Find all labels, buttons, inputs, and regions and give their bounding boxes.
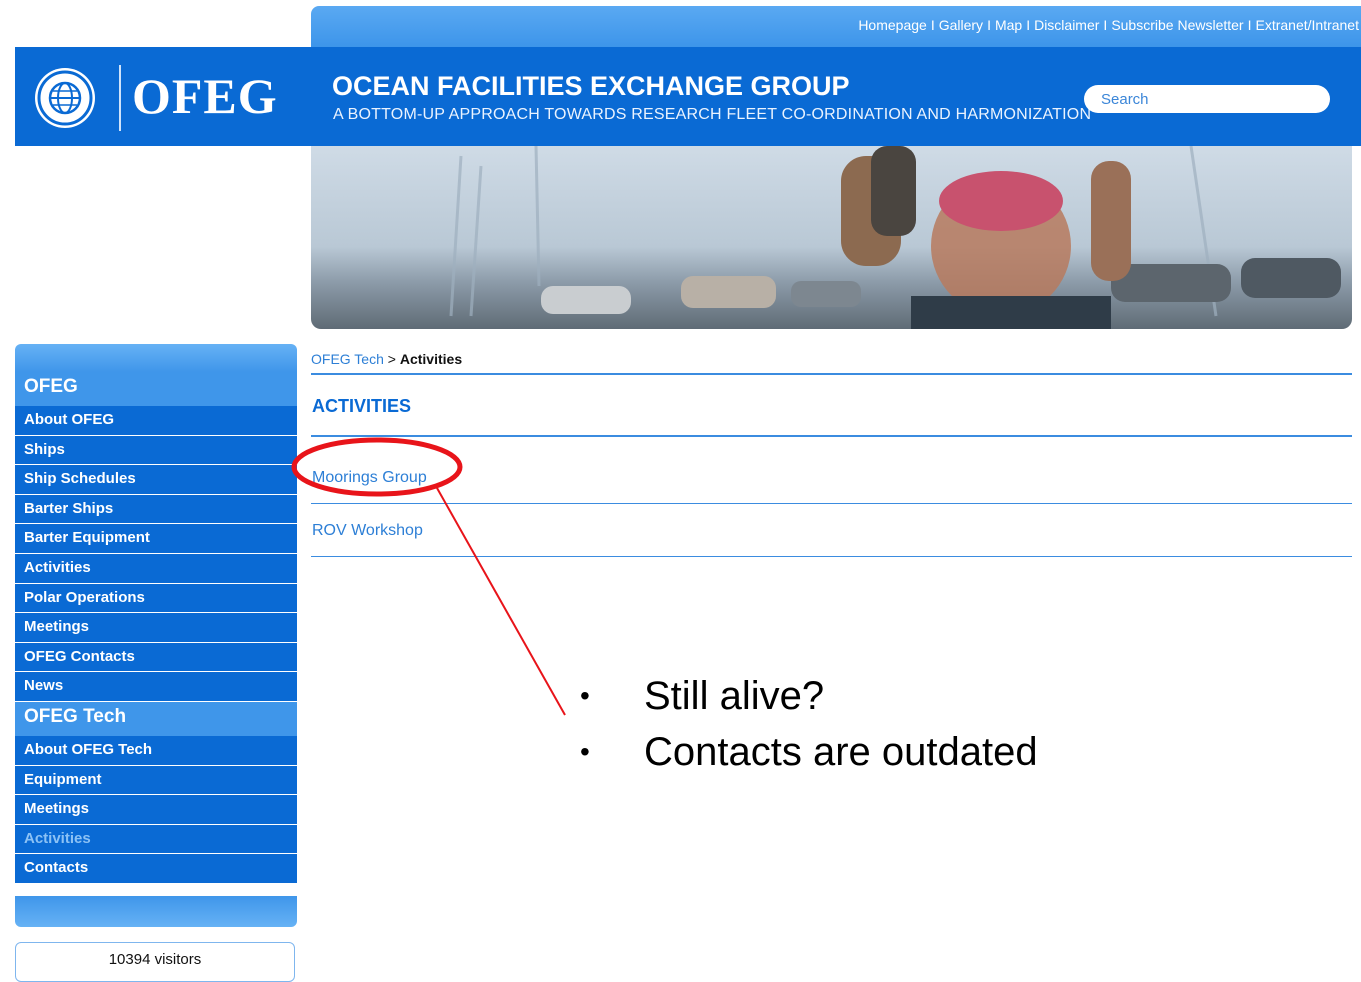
annotation-notes: • Still alive? • Contacts are outdated [580, 668, 1038, 780]
sidebar-item-tech-contacts[interactable]: Contacts [15, 854, 297, 884]
divider [311, 373, 1352, 375]
rov-workshop-link[interactable]: ROV Workshop [312, 522, 423, 540]
nav-separator: I [987, 17, 991, 33]
nav-separator: I [1026, 17, 1031, 33]
site-subtitle: A BOTTOM-UP APPROACH TOWARDS RESEARCH FL… [333, 106, 1092, 123]
nav-gallery-link[interactable]: Gallery [939, 17, 983, 33]
sidebar-item-tech-equipment[interactable]: Equipment [15, 765, 297, 796]
site-header: OFEG OCEAN FACILITIES EXCHANGE GROUP A B… [15, 47, 1361, 146]
top-nav-links: Homepage I Gallery I Map I Disclaimer I Subscrib… [858, 17, 1359, 33]
breadcrumb: OFEG Tech > Activities [311, 351, 462, 367]
globe-logo-icon[interactable] [35, 68, 95, 128]
page-title: ACTIVITIES [312, 396, 412, 416]
nav-homepage-link[interactable]: Homepage [858, 17, 927, 33]
sidebar-item-tech-meetings[interactable]: Meetings [15, 795, 297, 825]
sidebar-item-barter-ships[interactable]: Barter Ships [15, 494, 297, 525]
logo-divider [119, 65, 121, 131]
sidebar-section-ofeg: OFEG [15, 372, 297, 406]
visitor-counter: 10394 visitors [15, 942, 295, 982]
nav-separator: I [1103, 17, 1108, 33]
annotation-note-text: Contacts are outdated [644, 729, 1038, 774]
divider [311, 435, 1352, 437]
site-title: OCEAN FACILITIES EXCHANGE GROUP [332, 71, 850, 101]
sidebar-footer-bar [15, 896, 297, 927]
banner-image [311, 146, 1352, 329]
sidebar-header-bar [15, 344, 297, 372]
annotation-note-text: Still alive? [644, 673, 825, 718]
sidebar-item-ship-schedules[interactable]: Ship Schedules [15, 465, 297, 495]
breadcrumb-parent-link[interactable]: OFEG Tech [311, 351, 384, 367]
annotation-note: • Still alive? [580, 668, 1038, 724]
nav-map-link[interactable]: Map [995, 17, 1022, 33]
sidebar-item-news[interactable]: News [15, 672, 297, 702]
annotation-pointer-line [436, 487, 566, 716]
sidebar-item-activities[interactable]: Activities [15, 553, 297, 584]
divider [311, 503, 1352, 504]
annotation-note: • Contacts are outdated [580, 724, 1038, 780]
sidebar-item-about-ofeg-tech[interactable]: About OFEG Tech [15, 735, 297, 766]
sidebar-item-ships[interactable]: Ships [15, 435, 297, 466]
top-nav-bar: Homepage I Gallery I Map I Disclaimer I Subscrib… [311, 6, 1361, 47]
search-input[interactable] [1084, 85, 1330, 113]
bullet-icon: • [580, 736, 590, 767]
breadcrumb-current: Activities [399, 351, 463, 367]
sidebar-item-polar-operations[interactable]: Polar Operations [15, 583, 297, 614]
sidebar-item-about-ofeg[interactable]: About OFEG [15, 406, 297, 436]
logo-text[interactable]: OFEG [132, 67, 278, 125]
divider [311, 556, 1352, 557]
nav-separator: I [1247, 17, 1252, 33]
sidebar-item-meetings[interactable]: Meetings [15, 613, 297, 643]
breadcrumb-separator: > [387, 351, 396, 367]
sidebar-item-tech-activities[interactable]: Activities [15, 824, 297, 855]
nav-newsletter-link[interactable]: Subscribe Newsletter [1111, 17, 1243, 33]
nav-disclaimer-link[interactable]: Disclaimer [1034, 17, 1099, 33]
nav-extranet-link[interactable]: Extranet/Intranet [1255, 17, 1359, 33]
sidebar-section-ofeg-tech: OFEG Tech [15, 701, 297, 736]
nav-separator: I [930, 17, 935, 33]
sidebar: OFEG About OFEG Ships Ship Schedules Bar… [15, 372, 297, 884]
moorings-group-link[interactable]: Moorings Group [312, 469, 427, 487]
bullet-icon: • [580, 680, 590, 711]
sidebar-item-ofeg-contacts[interactable]: OFEG Contacts [15, 642, 297, 673]
sidebar-item-barter-equipment[interactable]: Barter Equipment [15, 524, 297, 554]
